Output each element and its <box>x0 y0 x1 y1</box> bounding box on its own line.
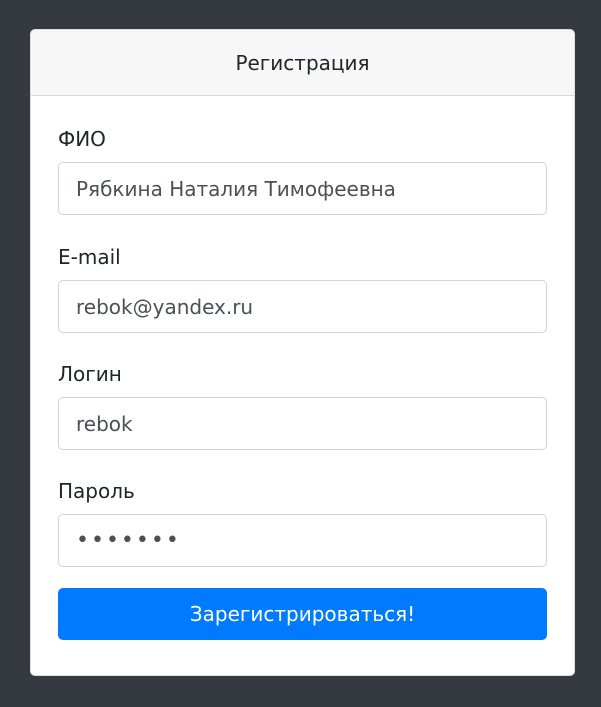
password-label: Пароль <box>58 479 135 503</box>
card-header: Регистрация <box>31 30 574 96</box>
email-group: E-mail <box>58 242 547 333</box>
email-label: E-mail <box>58 245 121 269</box>
registration-card: Регистрация ФИО E-mail Логин Пароль Заре… <box>30 29 575 676</box>
login-group: Логин <box>58 359 547 450</box>
register-button[interactable]: Зарегистрироваться! <box>58 588 547 640</box>
login-input[interactable] <box>58 397 547 450</box>
registration-form: ФИО E-mail Логин Пароль Зарегистрировать… <box>31 96 574 640</box>
email-input[interactable] <box>58 280 547 333</box>
fio-input[interactable] <box>58 162 547 215</box>
password-input[interactable] <box>58 514 547 567</box>
login-label: Логин <box>58 362 122 386</box>
fio-label: ФИО <box>58 127 106 151</box>
fio-group: ФИО <box>58 124 547 215</box>
password-group: Пароль <box>58 476 547 567</box>
card-title: Регистрация <box>235 50 370 75</box>
